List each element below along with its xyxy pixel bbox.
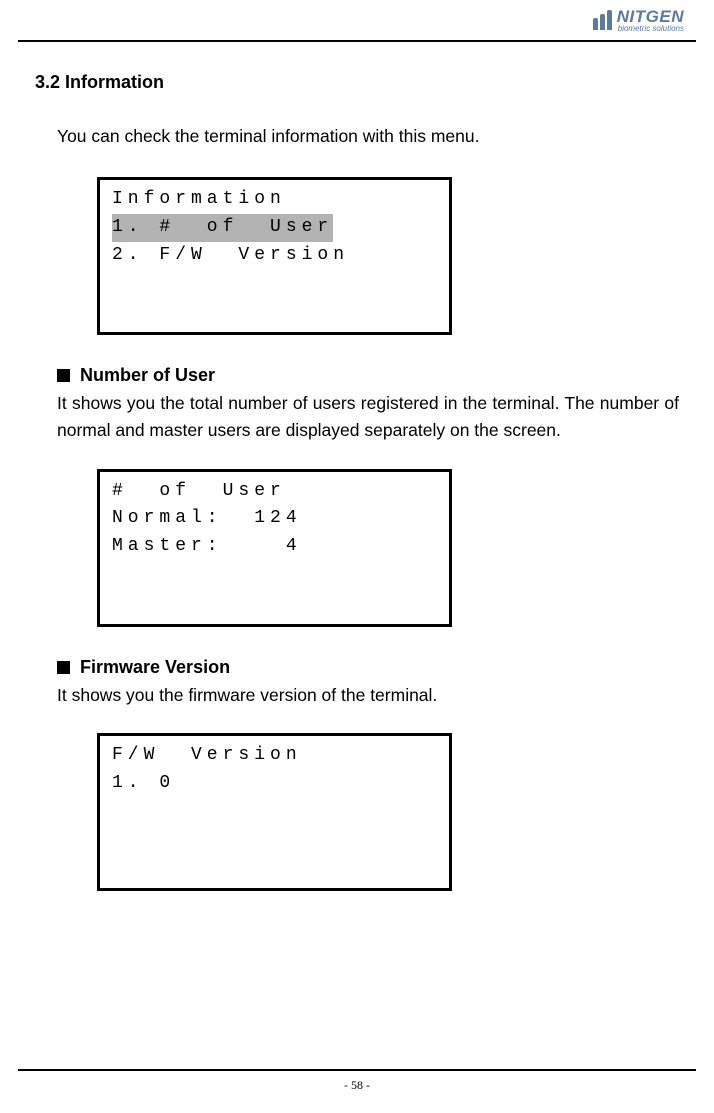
square-bullet-icon [57,661,70,674]
footer-divider [18,1069,696,1071]
brand-name: NITGEN [617,8,684,25]
bullet-title: Firmware Version [80,657,230,678]
page-number: - 58 - [0,1078,714,1093]
lcd-line: 2. F/W Version [112,242,437,270]
logo-bars-icon [593,8,612,30]
brand-logo: NITGEN biometric solutions [593,8,684,33]
bullet-heading-firmware-version: Firmware Version [57,657,679,678]
lcd-box-user-count: # of User Normal: 124 Master: 4 [97,469,452,627]
body-text: It shows you the firmware version of the… [57,682,679,709]
lcd-line: Information [112,186,437,214]
section-intro: You can check the terminal information w… [57,123,679,149]
lcd-box-information: Information 1. # of User 2. F/W Version [97,177,452,335]
lcd-line: Master: 4 [112,533,437,561]
bullet-heading-number-of-user: Number of User [57,365,679,386]
section-title: 3.2 Information [35,72,679,93]
square-bullet-icon [57,369,70,382]
page-header: NITGEN biometric solutions [0,0,714,38]
brand-subtitle: biometric solutions [617,25,684,33]
lcd-line: Normal: 124 [112,505,437,533]
bullet-title: Number of User [80,365,215,386]
lcd-line: # of User [112,478,437,506]
lcd-box-fw-version: F/W Version 1. 0 [97,733,452,891]
lcd-line: 1. 0 [112,770,437,798]
body-text: It shows you the total number of users r… [57,390,679,444]
lcd-line-highlighted: 1. # of User [112,214,333,242]
lcd-line: F/W Version [112,742,437,770]
page-content: 3.2 Information You can check the termin… [0,42,714,891]
